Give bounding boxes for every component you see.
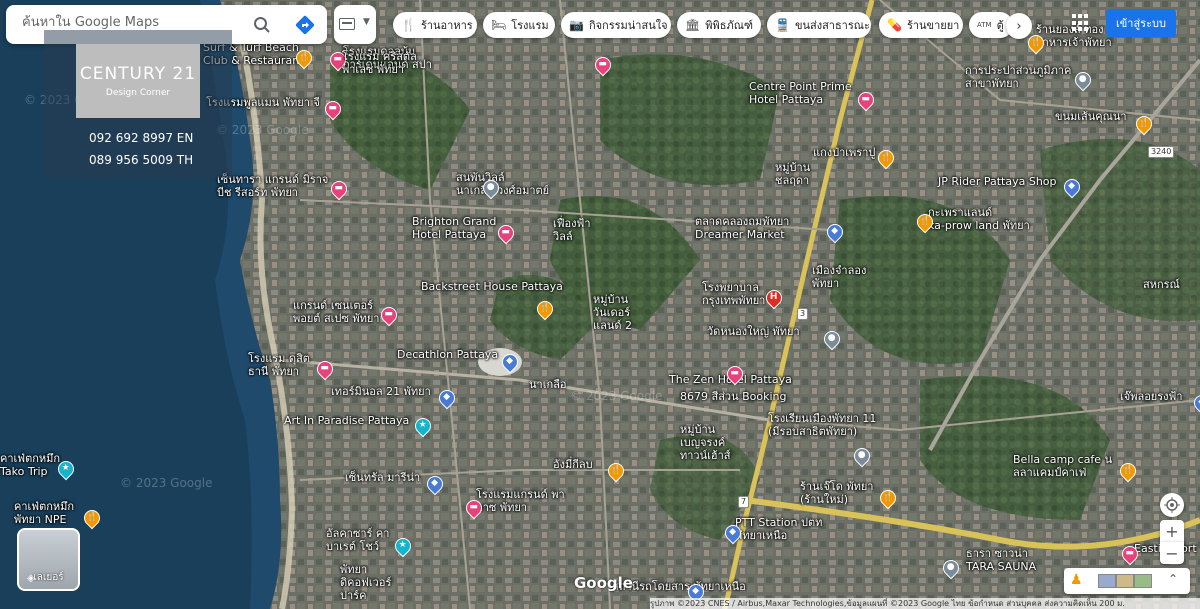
route-shield: 3 <box>797 308 809 320</box>
terrain-thumb-icon[interactable] <box>1116 574 1134 588</box>
place-label[interactable]: โรงเรียนเมืองพัทยา 11 (มีรอบสาธิตพัทยา) <box>768 412 876 438</box>
ad-phone-en: 092 692 8997 EN <box>89 131 194 145</box>
route-shield: 3240 <box>1148 146 1175 158</box>
expand-icon[interactable]: ⌃ <box>1168 572 1178 586</box>
imagery-controls: ♟ ⌃ <box>1064 568 1190 594</box>
place-label[interactable]: การประปาส่วนภูมิภาค สาขาพัทยา <box>965 64 1071 90</box>
chip-museum[interactable]: 🏛 พิพิธภัณฑ์ <box>677 12 761 38</box>
watermark: © 2023 Google <box>120 476 213 490</box>
chip-label: ร้านอาหาร <box>420 19 473 32</box>
place-label[interactable]: เซ็นทารา แกรนด์ มิราจ บีช รีสอร์ท พัทยา <box>217 173 328 199</box>
place-label[interactable]: พัทยา ดิคอฟเวอร์ ปาร์ค <box>340 563 391 602</box>
place-label[interactable]: ขนมเส้นคุณนา <box>1055 110 1127 123</box>
place-label[interactable]: โรงแรม ดุสิต ธานี พัทยา <box>248 352 310 378</box>
place-label[interactable]: JP Rider Pattaya Shop <box>938 175 1057 188</box>
place-label[interactable]: โรงแรม คริสตัล พาเลซ พัทยา <box>342 50 417 76</box>
place-label[interactable]: เซ็นทรัล มารีน่า <box>345 471 420 484</box>
chip-camera[interactable]: 📷 กิจกรรมน่าสนใจ <box>561 12 671 38</box>
place-label[interactable]: หมู่บ้าน เบญจรงค์ ทาวน์เฮ้าส์ <box>680 423 731 462</box>
place-label[interactable]: แกงป่าเพราปู <box>813 146 875 159</box>
place-label[interactable]: สหกรณ์ <box>1143 278 1180 291</box>
place-label[interactable]: โรงแรมแกรนด์ พา ลาซ พัทยา <box>476 488 565 514</box>
ad-phone-th: 089 956 5009 TH <box>89 153 194 167</box>
ad-subtitle: Design Corner <box>105 88 171 98</box>
place-label[interactable]: สนพันวิลล์ นาเกลือ วงศ์อมาตย์ <box>456 171 549 197</box>
chevron-down-icon: ▼ <box>363 17 370 27</box>
map-thumb-icon[interactable] <box>1134 574 1152 588</box>
imagery-thumb-icon[interactable] <box>1098 574 1116 588</box>
place-label[interactable]: Backstreet House Pattaya <box>421 280 563 293</box>
chips-next-icon[interactable]: › <box>1006 13 1032 39</box>
chip-label: โรงแรม <box>511 19 549 32</box>
place-label[interactable]: ตลาดคลองถมพัทยา Dreamer Market <box>695 215 789 241</box>
place-label[interactable]: 8679 สีส่วน Booking <box>680 390 787 403</box>
hotel-icon: 🛏 <box>491 18 507 32</box>
place-label[interactable]: เฟื่องฟ้า วิลล์ <box>553 217 591 243</box>
place-label[interactable]: Bella camp cafe น ลลาแคมป์คาเฟ่ <box>1013 453 1112 479</box>
transit-icon: 🚆 <box>775 18 790 32</box>
location-target-icon <box>1164 497 1180 513</box>
route-shield: 7 <box>738 496 750 508</box>
place-label[interactable]: โรงพยาบาล กรุงเทพพัทยา <box>702 281 765 307</box>
keyboard-toggle-button[interactable]: ▼ <box>334 5 376 44</box>
chip-label: ร้านขายยา <box>906 19 960 32</box>
ad-brand: CENTURY 21 <box>79 64 197 84</box>
place-label[interactable]: หมู่บ้าน ชลฤดา <box>775 161 810 187</box>
place-label[interactable]: อัลคาซาร์ คา บาเรต์ โชว์ <box>326 527 389 553</box>
layers-button[interactable]: ◈ เลเยอร์ <box>17 528 80 591</box>
place-label[interactable]: Decathlon Pattaya <box>397 348 498 361</box>
chip-label: ตู้ <box>996 19 1004 32</box>
sign-in-button[interactable]: เข้าสู่ระบบ <box>1106 9 1176 37</box>
directions-icon[interactable] <box>292 12 318 38</box>
zoom-in-button[interactable]: + <box>1160 520 1184 542</box>
place-label[interactable]: วัดหนองใหญ่ พัทยา <box>707 325 800 338</box>
place-label[interactable]: ร้านเจ๊โด พัทยา (ร้านใหม่) <box>800 480 873 506</box>
place-label[interactable]: ธารา ซาวน่า TARA SAUNA <box>966 547 1036 573</box>
pegman-icon[interactable]: ♟ <box>1070 572 1083 588</box>
place-label[interactable]: Art In Paradise Pattaya <box>284 414 409 427</box>
restaurant-icon: 🍴 <box>401 18 416 32</box>
attribution-bar: รูปภาพ ©2023 CNES / Airbus,Maxar Technol… <box>650 598 1200 609</box>
place-label[interactable]: แกรนด์ เซนเตอร์ พอยต์ สเปซ พัทยา <box>293 299 380 325</box>
museum-icon: 🏛 <box>685 18 701 32</box>
place-label[interactable]: เจ๊พลอยรงฟ้า <box>1120 390 1183 403</box>
place-label[interactable]: PTT Station ปตท พัทยาเหนือ <box>735 516 822 542</box>
century21-logo: CENTURY 21 Design Corner <box>76 44 200 118</box>
my-location-button[interactable] <box>1160 493 1184 517</box>
place-label[interactable]: เมืองจำลอง พัทยา <box>812 264 866 290</box>
pharmacy-icon: 💊 <box>887 18 902 32</box>
chip-transit[interactable]: 🚆 ขนส่งสาธารณะ <box>767 12 871 38</box>
place-label[interactable]: หมู่บ้าน วันเดอร์ แลนด์ 2 <box>593 293 632 332</box>
google-logo: Google <box>574 574 633 592</box>
century21-ad[interactable]: CENTURY 21 Design Corner 092 692 8997 EN… <box>44 30 232 178</box>
chip-label: กิจกรรมน่าสนใจ <box>588 19 668 32</box>
chip-pharmacy[interactable]: 💊 ร้านขายยา <box>879 12 963 38</box>
place-label[interactable]: คาเฟ่ตกหมึก พัทยา NPE <box>14 500 74 526</box>
search-input[interactable] <box>20 14 244 31</box>
chip-label: พิพิธภัณฑ์ <box>705 19 754 32</box>
place-label[interactable]: Brighton Grand Hotel Pattaya <box>412 215 496 241</box>
chip-restaurant[interactable]: 🍴 ร้านอาหาร <box>393 12 477 38</box>
watermark: © 2023 Google <box>570 389 663 403</box>
place-label[interactable]: คาเฟ่ตกหมึก Tako Trip <box>0 452 60 478</box>
atm-icon: ATM <box>977 21 992 29</box>
place-label[interactable]: Centre Point Prime Hotel Pattaya <box>749 80 852 106</box>
place-label[interactable]: นาเกลือ <box>529 378 566 391</box>
zoom-out-button[interactable]: − <box>1160 542 1184 564</box>
keyboard-icon <box>339 18 355 30</box>
search-icon[interactable] <box>249 12 275 38</box>
camera-icon: 📷 <box>569 18 584 32</box>
place-label[interactable]: เทอร์มินอล 21 พัทยา <box>331 385 431 398</box>
chip-hotel[interactable]: 🛏 โรงแรม <box>483 12 555 38</box>
place-label[interactable]: อังมี่กีลบ <box>553 458 593 471</box>
layers-label: เลเยอร์ <box>33 572 64 583</box>
chip-label: ขนส่งสาธารณะ <box>794 19 870 32</box>
place-label[interactable]: กะเพราแลนด์ ka-prow land พัทยา <box>928 206 1030 232</box>
apps-grid-icon[interactable] <box>1072 14 1090 32</box>
